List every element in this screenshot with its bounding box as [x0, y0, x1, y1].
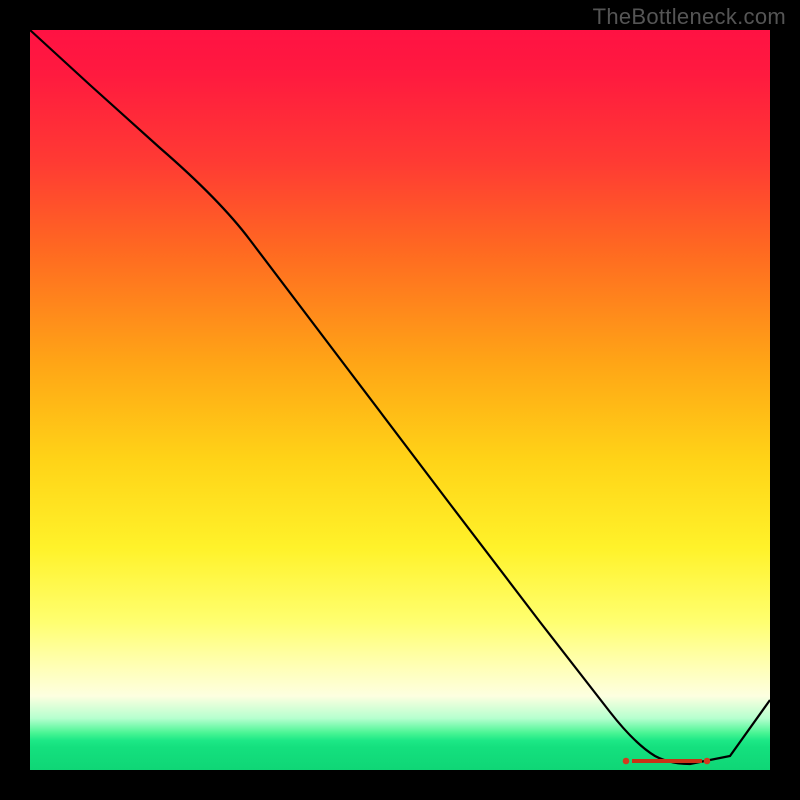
chart-frame: TheBottleneck.com — [0, 0, 800, 800]
series-dot — [704, 758, 710, 764]
bottleneck-curve — [30, 30, 770, 764]
watermark-text: TheBottleneck.com — [593, 4, 786, 30]
plot-overlay — [30, 30, 770, 770]
gradient-plot-area — [30, 30, 770, 770]
series-label-bar — [632, 759, 702, 763]
series-marker-cluster — [623, 758, 710, 764]
series-dot — [623, 758, 629, 764]
